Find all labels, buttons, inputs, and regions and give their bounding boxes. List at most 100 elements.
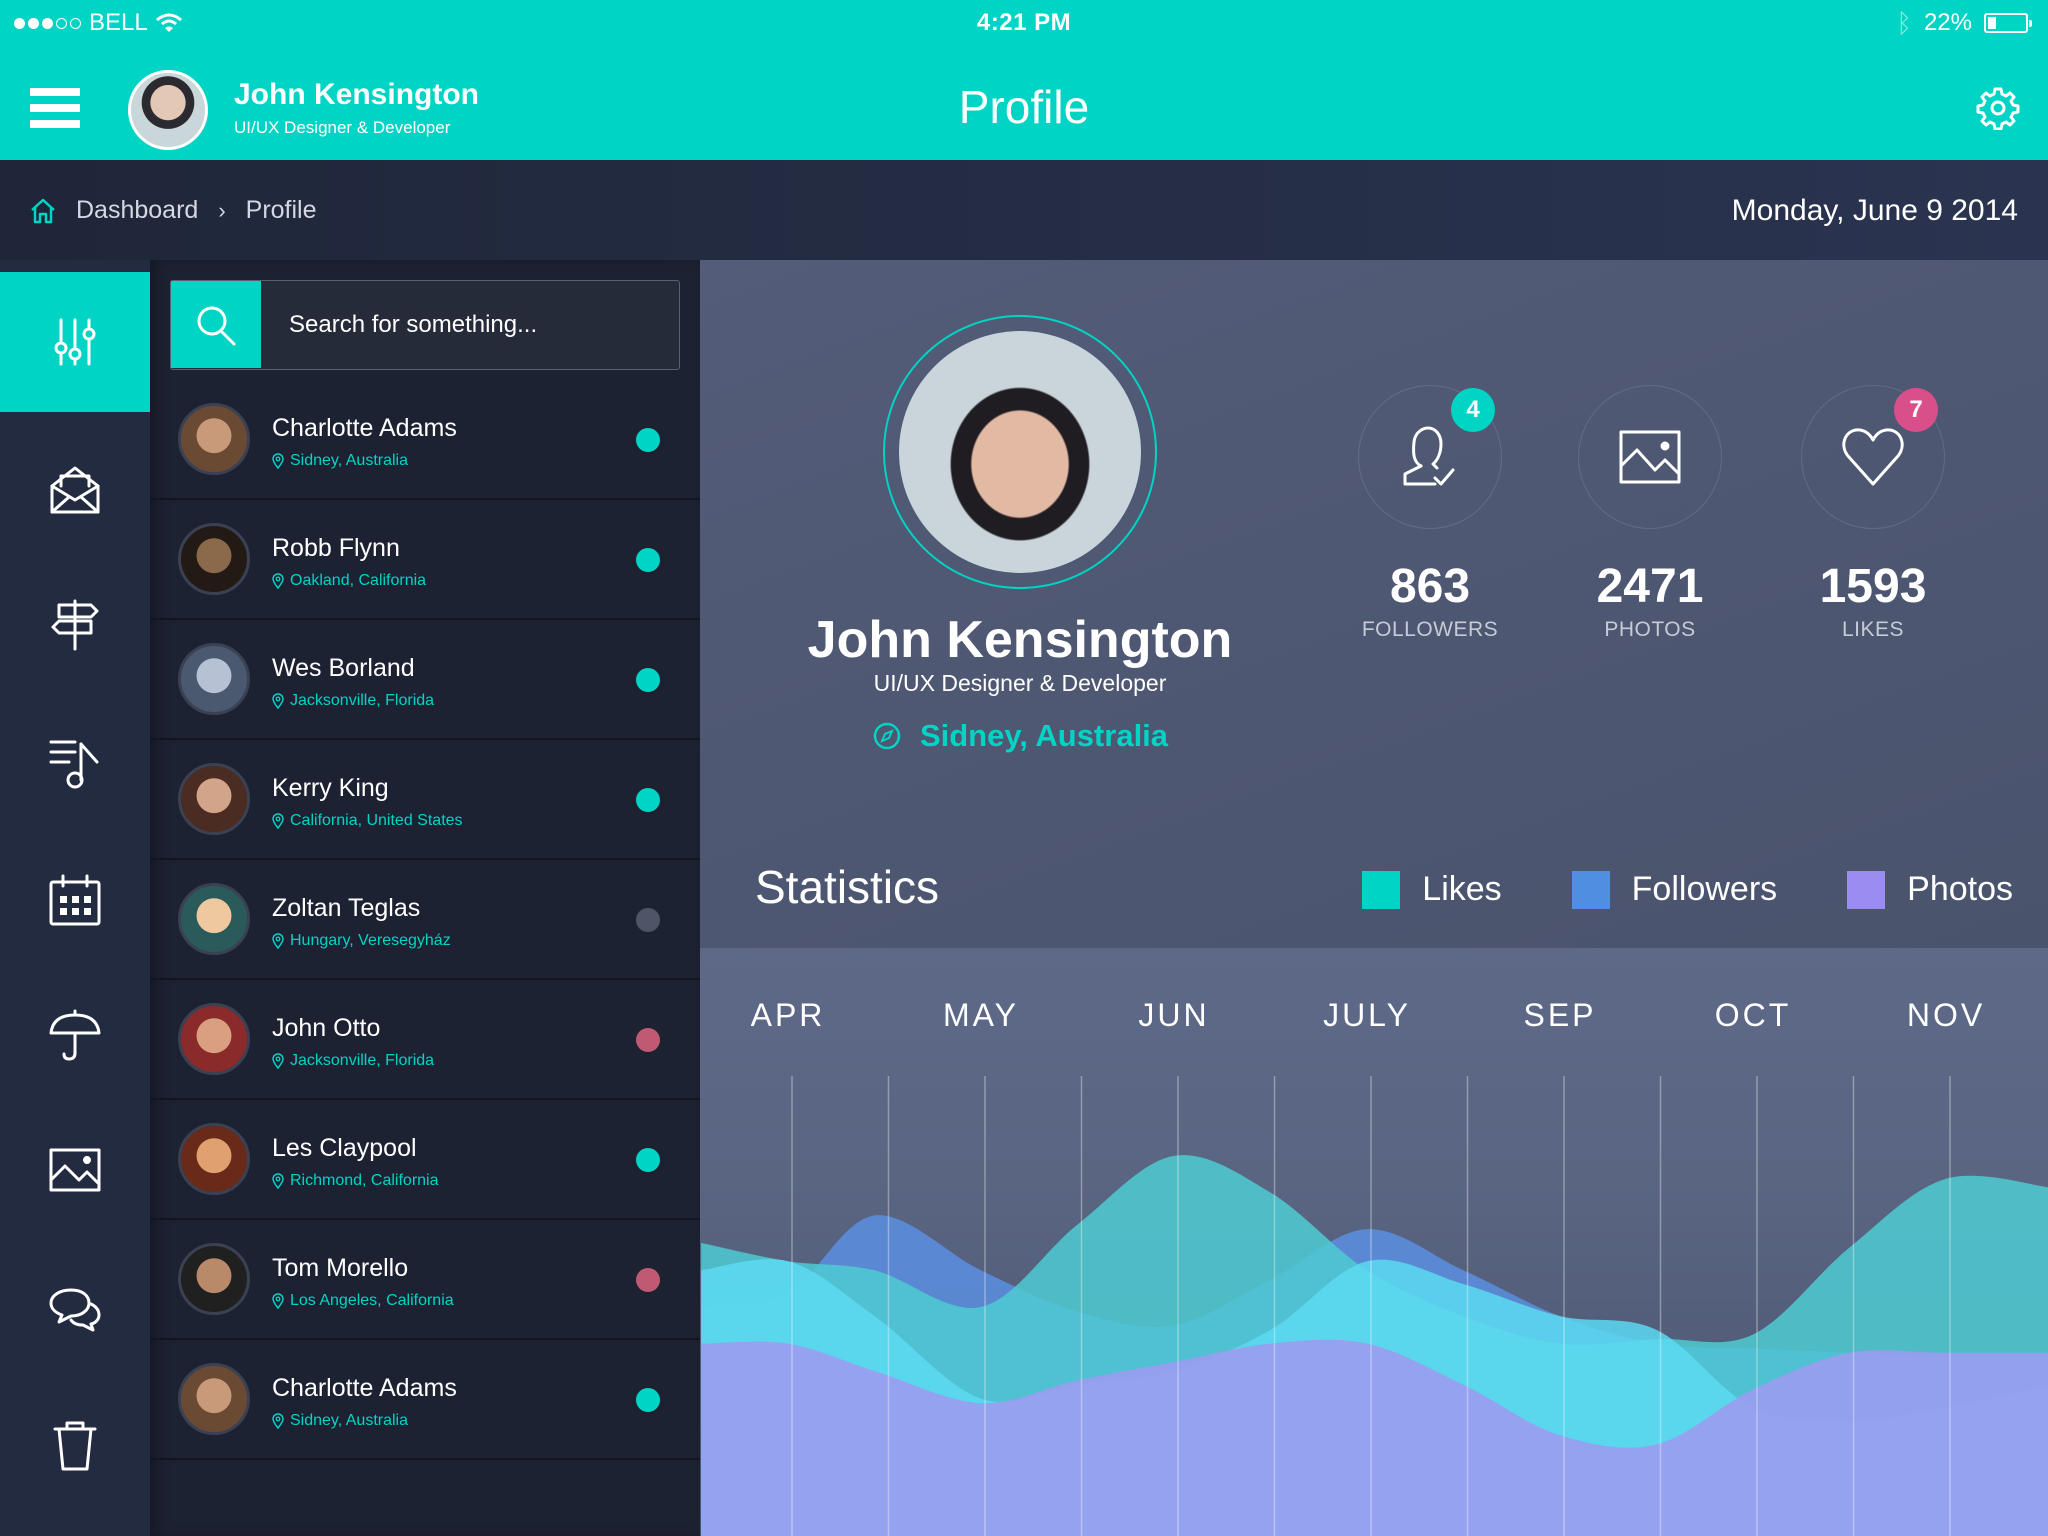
- legend-item-photos[interactable]: Photos: [1847, 870, 2013, 909]
- contact-status-indicator: [636, 1028, 660, 1052]
- page-title: Profile: [958, 81, 1090, 133]
- settings-gear-icon[interactable]: [1976, 86, 2020, 130]
- chart-legend: Likes Followers Photos: [1362, 870, 2013, 909]
- followers-button[interactable]: 4: [1358, 385, 1502, 529]
- photos-button[interactable]: [1578, 385, 1722, 529]
- contact-location: Jacksonville, Florida: [272, 692, 434, 710]
- contact-avatar: [178, 883, 250, 955]
- contact-name: Robb Flynn: [272, 534, 400, 562]
- chat-icon: [49, 1288, 101, 1332]
- sidebar-item-directions[interactable]: [0, 555, 150, 695]
- contact-avatar: [178, 403, 250, 475]
- x-tick-label: NOV: [1907, 997, 1985, 1033]
- profile-avatar[interactable]: [883, 315, 1157, 589]
- legend-label: Photos: [1907, 870, 2013, 908]
- contact-name: Kerry King: [272, 774, 389, 802]
- x-tick-label: MAY: [943, 997, 1019, 1033]
- open-mail-icon: [50, 466, 100, 514]
- location-pin-icon: [272, 1173, 284, 1189]
- contact-location-text: Sidney, Australia: [290, 452, 408, 469]
- likes-label: LIKES: [1841, 618, 1905, 641]
- contact-location-text: Los Angeles, California: [290, 1292, 454, 1309]
- sidebar-item-insurance[interactable]: [0, 965, 150, 1105]
- location-pin-icon: [272, 573, 284, 589]
- contact-status-indicator: [636, 788, 660, 812]
- umbrella-icon: [49, 1009, 101, 1061]
- breadcrumb-dashboard[interactable]: Dashboard: [76, 196, 198, 225]
- likes-count: 1593: [1819, 560, 1927, 613]
- likes-button[interactable]: 7: [1801, 385, 1945, 529]
- contact-location: Sidney, Australia: [272, 452, 408, 470]
- location-pin-icon: [272, 1293, 284, 1309]
- user-check-icon: [1403, 426, 1455, 486]
- contact-location-text: Oakland, California: [290, 572, 427, 589]
- contact-location-text: Richmond, California: [290, 1172, 439, 1189]
- contact-row[interactable]: John Otto Jacksonville, Florida: [150, 980, 700, 1100]
- breadcrumb-bar: Dashboard › Profile Monday, June 9 2014: [0, 160, 2048, 260]
- contact-location: Richmond, California: [272, 1172, 439, 1190]
- signpost-icon: [51, 599, 99, 651]
- sidebar-item-calendar[interactable]: [0, 830, 150, 970]
- calendar-icon: [49, 874, 101, 926]
- contact-row[interactable]: Charlotte Adams Sidney, Australia: [150, 380, 700, 500]
- statistics-title: Statistics: [755, 861, 940, 913]
- contact-avatar: [178, 523, 250, 595]
- contact-location: Jacksonville, Florida: [272, 1052, 434, 1070]
- sidebar-item-music[interactable]: [0, 692, 150, 832]
- contact-name: Les Claypool: [272, 1134, 417, 1162]
- contact-row[interactable]: Charlotte Adams Sidney, Australia: [150, 1340, 700, 1460]
- compass-icon: [873, 722, 901, 750]
- search-input[interactable]: [261, 281, 679, 369]
- contact-status-indicator: [636, 668, 660, 692]
- sidebar-item-settings[interactable]: [0, 272, 150, 412]
- contact-avatar: [178, 643, 250, 715]
- sidebar-item-trash[interactable]: [0, 1375, 150, 1515]
- home-icon[interactable]: [30, 197, 56, 225]
- profile-main: John Kensington UI/UX Designer & Develop…: [700, 260, 2048, 1536]
- contact-name: Wes Borland: [272, 654, 415, 682]
- followers-label: FOLLOWERS: [1361, 618, 1499, 641]
- location-pin-icon: [272, 693, 284, 709]
- x-tick-label: OCT: [1715, 997, 1792, 1033]
- x-tick-label: JULY: [1323, 997, 1411, 1033]
- contact-row[interactable]: Robb Flynn Oakland, California: [150, 500, 700, 620]
- contact-avatar: [178, 1123, 250, 1195]
- contact-name: Charlotte Adams: [272, 414, 457, 442]
- contact-avatar: [178, 763, 250, 835]
- stat-likes: 7 1593 LIKES: [1763, 385, 1983, 642]
- stat-photos: 2471 PHOTOS: [1540, 385, 1760, 642]
- legend-label: Likes: [1422, 870, 1502, 908]
- sidebar-item-messages[interactable]: [0, 1240, 150, 1380]
- search-button[interactable]: [171, 281, 261, 368]
- status-time: 4:21 PM: [976, 9, 1072, 36]
- contact-status-indicator: [636, 1268, 660, 1292]
- contact-row[interactable]: Les Claypool Richmond, California: [150, 1100, 700, 1220]
- contact-avatar: [178, 1003, 250, 1075]
- contacts: Charlotte Adams Sidney, Australia Robb F…: [150, 380, 700, 1460]
- status-right: ᛒ 22%: [1896, 8, 2032, 38]
- sidebar-item-gallery[interactable]: [0, 1100, 150, 1240]
- followers-badge: 4: [1451, 388, 1495, 432]
- current-date: Monday, June 9 2014: [1731, 194, 2018, 227]
- heart-icon: [1842, 428, 1904, 486]
- contact-location-text: California, United States: [290, 812, 463, 829]
- contact-location-text: Jacksonville, Florida: [290, 692, 435, 709]
- followers-count: 863: [1389, 560, 1471, 613]
- contact-status-indicator: [636, 548, 660, 572]
- contact-row[interactable]: Tom Morello Los Angeles, California: [150, 1220, 700, 1340]
- contact-row[interactable]: Zoltan Teglas Hungary, Veresegyház: [150, 860, 700, 980]
- breadcrumb-separator: ›: [218, 197, 226, 223]
- contact-location: Sidney, Australia: [272, 1412, 408, 1430]
- contact-location: Oakland, California: [272, 572, 426, 590]
- likes-badge: 7: [1894, 388, 1938, 432]
- legend-swatch: [1362, 870, 1401, 909]
- contact-row[interactable]: Kerry King California, United States: [150, 740, 700, 860]
- contact-row[interactable]: Wes Borland Jacksonville, Florida: [150, 620, 700, 740]
- sliders-icon: [54, 318, 96, 366]
- statistics-chart: APR MAY JUN JULY SEP OCT NOV: [700, 948, 2048, 1536]
- sidebar-item-mail[interactable]: [0, 420, 150, 560]
- legend-item-likes[interactable]: Likes: [1362, 870, 1502, 909]
- x-tick-label: APR: [751, 997, 826, 1033]
- legend-item-followers[interactable]: Followers: [1571, 870, 1777, 909]
- breadcrumb-profile[interactable]: Profile: [246, 196, 317, 225]
